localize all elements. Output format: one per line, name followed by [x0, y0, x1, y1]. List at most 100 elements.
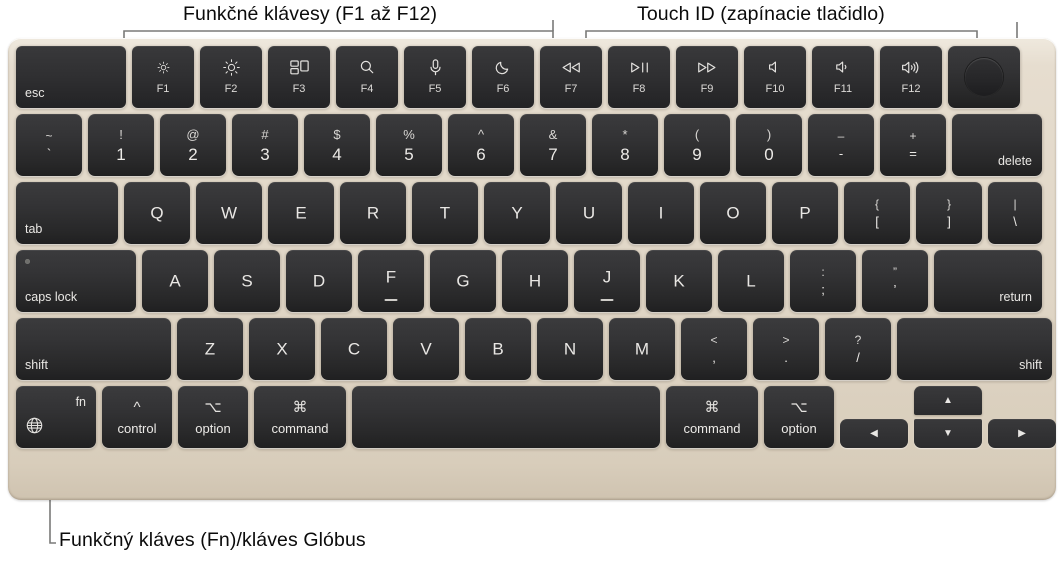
key-f9[interactable]: F9 [676, 46, 738, 108]
key-f6[interactable]: F6 [472, 46, 534, 108]
key-left-bracket[interactable]: {[ [844, 182, 910, 244]
key-caps-lock[interactable]: caps lock [16, 250, 136, 312]
key-backtick[interactable]: ~ ` [16, 114, 82, 176]
key-x[interactable]: X [249, 318, 315, 380]
key-caps-lock-label: caps lock [25, 289, 78, 304]
key-f7[interactable]: F7 [540, 46, 602, 108]
key-arrow-down[interactable]: ▼ [914, 419, 982, 448]
arrow-up-icon: ▲ [943, 395, 953, 406]
key-8[interactable]: * 8 [592, 114, 658, 176]
key-left-command[interactable]: ⌘ command [254, 386, 346, 448]
key-f4[interactable]: F4 [336, 46, 398, 108]
key-arrow-left[interactable]: ◀ [840, 419, 908, 448]
key-f8[interactable]: F8 [608, 46, 670, 108]
key-0-label: 0 [764, 144, 774, 164]
key-right-shift[interactable]: shift [897, 318, 1052, 380]
key-3-label: 3 [260, 144, 270, 164]
key-q[interactable]: Q [124, 182, 190, 244]
key-o[interactable]: O [700, 182, 766, 244]
key-e[interactable]: E [268, 182, 334, 244]
volume-up-icon [901, 59, 922, 75]
key-j[interactable]: J [574, 250, 640, 312]
key-n[interactable]: N [537, 318, 603, 380]
key-t[interactable]: T [412, 182, 478, 244]
key-arrow-right[interactable]: ▶ [988, 419, 1056, 448]
key-f11[interactable]: F11 [812, 46, 874, 108]
key-0[interactable]: ) 0 [736, 114, 802, 176]
key-c[interactable]: C [321, 318, 387, 380]
key-m[interactable]: M [609, 318, 675, 380]
key-5-label: 5 [404, 144, 414, 164]
key-h[interactable]: H [502, 250, 568, 312]
key-3[interactable]: #3 [232, 114, 298, 176]
key-w[interactable]: W [196, 182, 262, 244]
key-f12[interactable]: F12 [880, 46, 942, 108]
key-left-shift[interactable]: shift [16, 318, 171, 380]
globe-icon [25, 416, 44, 440]
key-f1[interactable]: F1 [132, 46, 194, 108]
key-escape-label: esc [25, 85, 45, 100]
key-slash-label: / [856, 350, 860, 365]
key-tab[interactable]: tab [16, 182, 118, 244]
key-minus[interactable]: – - [808, 114, 874, 176]
key-arrow-up[interactable]: ▲ [914, 386, 982, 415]
key-v[interactable]: V [393, 318, 459, 380]
key-equals[interactable]: + = [880, 114, 946, 176]
key-9[interactable]: (9 [664, 114, 730, 176]
key-space[interactable] [352, 386, 660, 448]
key-f[interactable]: F [358, 250, 424, 312]
key-backslash[interactable]: | \ [988, 182, 1042, 244]
key-d[interactable]: D [286, 250, 352, 312]
key-7[interactable]: & 7 [520, 114, 586, 176]
home-key-row: caps lock A S D F G H J K L :; ”’ return [16, 250, 1048, 312]
key-fn-globe[interactable]: fn [16, 386, 96, 448]
key-k-label: K [673, 271, 685, 291]
key-a[interactable]: A [142, 250, 208, 312]
key-return[interactable]: return [934, 250, 1042, 312]
key-6-shift-label: ^ [477, 126, 485, 142]
key-slash[interactable]: ? / [825, 318, 891, 380]
key-k[interactable]: K [646, 250, 712, 312]
key-right-bracket[interactable]: }] [916, 182, 982, 244]
key-u-label: U [582, 203, 596, 223]
key-period-shift-label: > [782, 333, 790, 347]
key-f1-label: F1 [156, 83, 170, 95]
key-tab-label: tab [25, 221, 43, 236]
key-6[interactable]: ^ 6 [448, 114, 514, 176]
key-minus-shift-label: – [837, 129, 845, 143]
key-1[interactable]: ! 1 [88, 114, 154, 176]
key-u[interactable]: U [556, 182, 622, 244]
key-semicolon[interactable]: :; [790, 250, 856, 312]
key-7-shift-label: & [548, 126, 558, 142]
key-s[interactable]: S [214, 250, 280, 312]
key-touch-id[interactable] [948, 46, 1020, 108]
key-f2-label: F2 [224, 83, 238, 95]
key-right-option[interactable]: ⌥ option [764, 386, 834, 448]
key-z[interactable]: Z [177, 318, 243, 380]
key-4[interactable]: $4 [304, 114, 370, 176]
key-l[interactable]: L [718, 250, 784, 312]
key-period[interactable]: >. [753, 318, 819, 380]
key-f2[interactable]: F2 [200, 46, 262, 108]
key-escape[interactable]: esc [16, 46, 126, 108]
key-control[interactable]: ^ control [102, 386, 172, 448]
key-b[interactable]: B [465, 318, 531, 380]
key-y[interactable]: Y [484, 182, 550, 244]
key-p[interactable]: P [772, 182, 838, 244]
key-quote-shift-label: ” [893, 265, 897, 279]
key-2[interactable]: @2 [160, 114, 226, 176]
key-5[interactable]: % 5 [376, 114, 442, 176]
key-4-shift-label: $ [333, 126, 341, 142]
key-i[interactable]: I [628, 182, 694, 244]
key-comma[interactable]: <, [681, 318, 747, 380]
key-left-option[interactable]: ⌥ option [178, 386, 248, 448]
key-f10[interactable]: F10 [744, 46, 806, 108]
key-g[interactable]: G [430, 250, 496, 312]
key-r[interactable]: R [340, 182, 406, 244]
key-right-command[interactable]: ⌘ command [666, 386, 758, 448]
key-delete[interactable]: delete [952, 114, 1042, 176]
key-f5[interactable]: F5 [404, 46, 466, 108]
key-x-label: X [276, 339, 288, 359]
key-quote[interactable]: ”’ [862, 250, 928, 312]
key-f3[interactable]: F3 [268, 46, 330, 108]
